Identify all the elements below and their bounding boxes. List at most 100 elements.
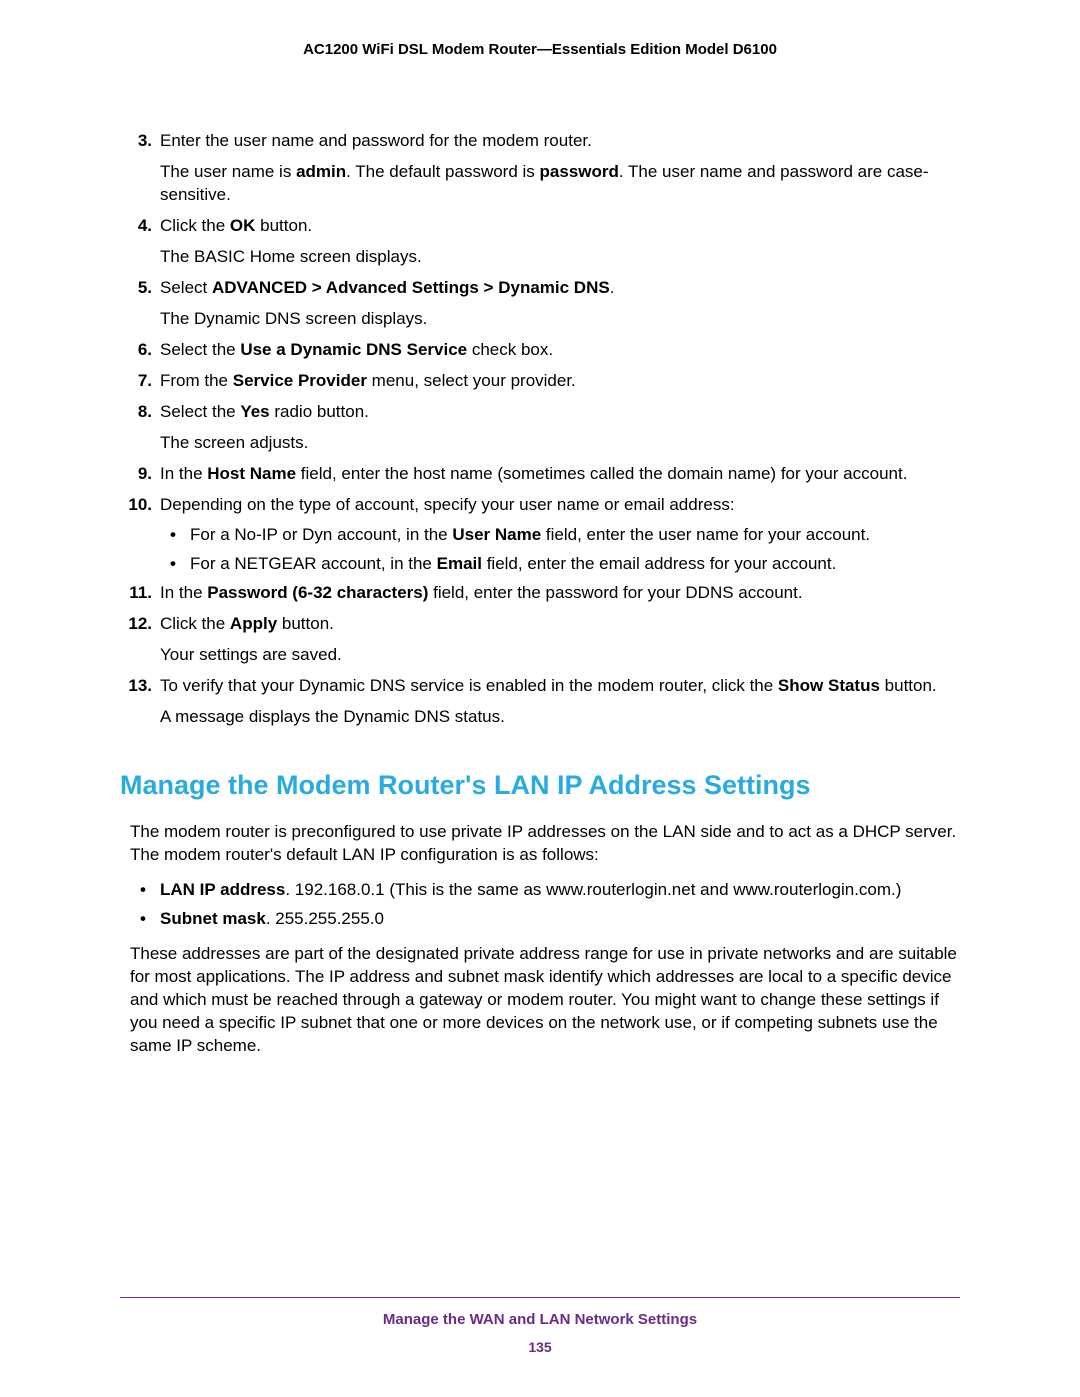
text-run: Password (6-32 characters) [207,583,428,602]
step-body: Click the OK button. The BASIC Home scree… [160,215,960,269]
step-body: Enter the user name and password for the… [160,130,960,207]
text-run: LAN IP address [160,880,285,899]
step-body: Click the Apply button. Your settings are… [160,613,960,667]
step-line: Enter the user name and password for the… [160,130,960,153]
text-run: For a No-IP or Dyn account, in the [190,525,452,544]
step-number: 6. [120,339,152,362]
step-line: The screen adjusts. [160,432,960,455]
step-body: To verify that your Dynamic DNS service … [160,675,960,729]
text-run: field, enter the host name (sometimes ca… [296,464,907,483]
text-run: button. [255,216,312,235]
text-run: Email [437,554,482,573]
step-body: Select the Yes radio button. The screen a… [160,401,960,455]
text-run: Select [160,278,212,297]
text-run: . [610,278,615,297]
text-run: Use a Dynamic DNS Service [240,340,467,359]
text-run: field, enter the user name for your acco… [541,525,870,544]
step-line: To verify that your Dynamic DNS service … [160,675,960,698]
text-run: admin [296,162,346,181]
procedure-step: 11.In the Password (6-32 characters) fie… [160,582,960,605]
text-run: check box. [467,340,553,359]
step-number: 8. [120,401,152,424]
text-run: Click the [160,216,230,235]
text-run: Service Provider [233,371,367,390]
page-footer: Manage the WAN and LAN Network Settings … [120,1288,960,1357]
text-run: Click the [160,614,230,633]
procedure-step: 5.Select ADVANCED > Advanced Settings > … [160,277,960,331]
step-line: Your settings are saved. [160,644,960,667]
sub-bullet-item: For a NETGEAR account, in the Email fiel… [190,553,960,576]
document-page: AC1200 WiFi DSL Modem Router—Essentials … [0,0,1080,1397]
text-run: button. [880,676,937,695]
text-run: Show Status [778,676,880,695]
procedure-step: 8.Select the Yes radio button.The screen… [160,401,960,455]
text-run: Yes [240,402,269,421]
text-run: ADVANCED > Advanced Settings > Dynamic D… [212,278,610,297]
footer-divider [120,1297,960,1298]
step-line: Click the OK button. [160,215,960,238]
step-line: Select ADVANCED > Advanced Settings > Dy… [160,277,960,300]
text-run: Select the [160,340,240,359]
footer-chapter-title: Manage the WAN and LAN Network Settings [120,1310,960,1330]
text-run: In the [160,583,207,602]
page-header-title: AC1200 WiFi DSL Modem Router—Essentials … [120,40,960,60]
procedure-step: 12.Click the Apply button.Your settings … [160,613,960,667]
text-run: field, enter the password for your DDNS … [428,583,802,602]
step-line: Select the Use a Dynamic DNS Service che… [160,339,960,362]
text-run: Apply [230,614,277,633]
section-bullet-item: Subnet mask. 255.255.255.0 [160,908,960,931]
step-line: In the Password (6-32 characters) field,… [160,582,960,605]
text-run: For a NETGEAR account, in the [190,554,437,573]
step-number: 11. [120,582,152,605]
text-run: User Name [452,525,541,544]
text-run: From the [160,371,233,390]
procedure-step: 13.To verify that your Dynamic DNS servi… [160,675,960,729]
step-sub-bullets: For a No-IP or Dyn account, in the User … [160,524,960,576]
procedure-step: 4.Click the OK button.The BASIC Home scr… [160,215,960,269]
text-run: radio button. [270,402,369,421]
procedure-step: 10.Depending on the type of account, spe… [160,494,960,577]
step-body: From the Service Provider menu, select y… [160,370,960,393]
text-run: The BASIC Home screen displays. [160,247,422,266]
text-run: field, enter the email address for your … [482,554,836,573]
text-run: . 192.168.0.1 (This is the same as www.r… [285,880,901,899]
step-line: The user name is admin. The default pass… [160,161,960,207]
section-paragraph: These addresses are part of the designat… [120,943,960,1058]
step-line: Click the Apply button. [160,613,960,636]
step-body: Select ADVANCED > Advanced Settings > Dy… [160,277,960,331]
step-line: Select the Yes radio button. [160,401,960,424]
step-number: 10. [120,494,152,517]
text-run: To verify that your Dynamic DNS service … [160,676,778,695]
step-body: Select the Use a Dynamic DNS Service che… [160,339,960,362]
step-number: 4. [120,215,152,238]
footer-page-number: 135 [120,1338,960,1357]
step-line: From the Service Provider menu, select y… [160,370,960,393]
text-run: password [540,162,619,181]
step-line: Depending on the type of account, specif… [160,494,960,517]
text-run: The Dynamic DNS screen displays. [160,309,427,328]
text-run: menu, select your provider. [367,371,576,390]
text-run: OK [230,216,256,235]
text-run: Subnet mask [160,909,266,928]
step-number: 5. [120,277,152,300]
text-run: . The default password is [346,162,539,181]
step-body: In the Password (6-32 characters) field,… [160,582,960,605]
step-body: In the Host Name field, enter the host n… [160,463,960,486]
step-line: A message displays the Dynamic DNS statu… [160,706,960,729]
step-number: 3. [120,130,152,153]
sub-bullet-item: For a No-IP or Dyn account, in the User … [190,524,960,547]
procedure-steps: 3. Enter the user name and password for t… [120,130,960,729]
section-bullet-list: LAN IP address. 192.168.0.1 (This is the… [120,879,960,931]
procedure-step: 9.In the Host Name field, enter the host… [160,463,960,486]
step-body: Depending on the type of account, specif… [160,494,960,577]
step-number: 9. [120,463,152,486]
text-run: Host Name [207,464,296,483]
section-heading: Manage the Modem Router's LAN IP Address… [120,767,960,803]
step-number: 12. [120,613,152,636]
text-run: Your settings are saved. [160,645,342,664]
step-number: 7. [120,370,152,393]
text-run: In the [160,464,207,483]
procedure-step: 7.From the Service Provider menu, select… [160,370,960,393]
text-run: Select the [160,402,240,421]
main-content: 3. Enter the user name and password for t… [120,130,960,1058]
